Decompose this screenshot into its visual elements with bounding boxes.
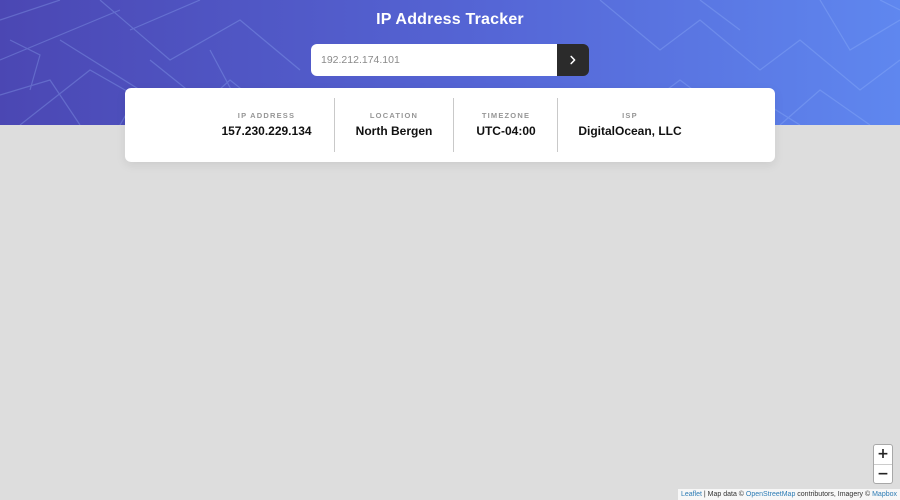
location-value: North Bergen — [355, 124, 433, 138]
map-attribution: Leaflet | Map data © OpenStreetMap contr… — [677, 489, 900, 500]
chevron-right-icon — [570, 55, 576, 65]
ip-address-label: IP ADDRESS — [237, 111, 296, 120]
isp-value: DigitalOcean, LLC — [578, 124, 682, 138]
page-title: IP Address Tracker — [376, 11, 524, 28]
map-zoom-control: + − — [873, 444, 893, 484]
zoom-out-button[interactable]: − — [874, 464, 892, 483]
ip-info-card: IP ADDRESS 157.230.229.134 LOCATION Nort… — [125, 88, 775, 162]
zoom-in-button[interactable]: + — [874, 445, 892, 464]
mapbox-link[interactable]: Mapbox — [872, 491, 897, 498]
divider — [453, 98, 454, 152]
location-section: LOCATION North Bergen — [341, 98, 447, 152]
location-label: LOCATION — [369, 111, 419, 120]
attribution-text: contributors, Imagery © — [795, 491, 873, 498]
openstreetmap-link[interactable]: OpenStreetMap — [746, 491, 795, 498]
attribution-text: | Map data © — [701, 491, 746, 498]
ip-search-input[interactable] — [311, 44, 557, 76]
search-submit-button[interactable] — [557, 44, 589, 76]
timezone-value: UTC-04:00 — [476, 124, 536, 138]
divider — [557, 98, 558, 152]
leaflet-link[interactable]: Leaflet — [681, 491, 702, 498]
ip-address-value: 157.230.229.134 — [221, 124, 312, 138]
map-view[interactable] — [0, 125, 900, 500]
ip-address-section: IP ADDRESS 157.230.229.134 — [209, 98, 324, 152]
divider — [334, 98, 335, 152]
isp-label: ISP — [622, 111, 638, 120]
ip-search-form — [311, 44, 589, 76]
timezone-section: TIMEZONE UTC-04:00 — [461, 98, 551, 152]
timezone-label: TIMEZONE — [481, 111, 531, 120]
isp-section: ISP DigitalOcean, LLC — [565, 98, 695, 152]
